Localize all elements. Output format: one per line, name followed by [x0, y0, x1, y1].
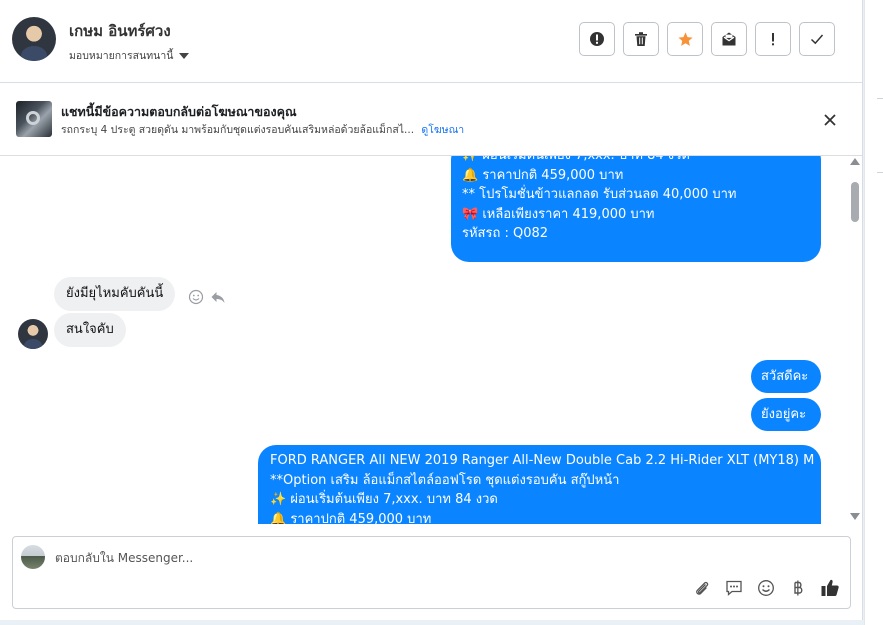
- alert-circle-icon: [590, 32, 604, 46]
- follow-up-button[interactable]: [755, 22, 791, 56]
- saved-reply-icon: [726, 580, 742, 596]
- ad-reply-banner: แชทนี้มีข้อความตอบกลับต่อโฆษณาของคุณ รถก…: [0, 83, 862, 156]
- attach-button[interactable]: [692, 578, 712, 598]
- message-actions: [188, 289, 226, 305]
- reply-icon[interactable]: [210, 289, 226, 305]
- reply-input[interactable]: [55, 548, 755, 568]
- incoming-message: สนใจคับ: [54, 313, 126, 347]
- scroll-up-arrow[interactable]: [850, 158, 860, 165]
- scrollbar-thumb[interactable]: [851, 182, 859, 222]
- assign-conversation-dropdown[interactable]: มอบหมายการสนทนานี้: [69, 47, 190, 64]
- message-line: 🎀 เหลือเพียงราคา 419,000 บาท: [462, 206, 655, 222]
- attachment-icon: [696, 581, 709, 595]
- mark-unread-button[interactable]: [711, 22, 747, 56]
- message-line: ✨ ผ่อนเริ่มต้นเพียง 7,xxx. บาท 84 งวด: [462, 156, 811, 166]
- message-line: FORD RANGER All NEW 2019 Ranger All-New …: [270, 453, 815, 468]
- ad-banner-description: รถกระบุ 4 ประตู สวยดุดัน มาพร้อมกับชุดแต…: [61, 121, 464, 138]
- scroll-down-arrow[interactable]: [850, 513, 860, 520]
- message-composer: [12, 536, 851, 609]
- view-ad-link[interactable]: ดูโฆษณา: [421, 124, 464, 136]
- react-emoji-icon[interactable]: [188, 289, 204, 305]
- composer-tools: [692, 578, 840, 598]
- done-button[interactable]: [799, 22, 835, 56]
- message-line: ** โปรโมชั่นข้าวแลกลด รับส่วนลด 40,000 บ…: [462, 187, 737, 202]
- incoming-message: ยังมียุไหมคับคันนี้: [54, 277, 176, 311]
- page-avatar: [21, 545, 45, 569]
- spam-button[interactable]: [579, 22, 615, 56]
- caret-down-icon: [179, 52, 190, 59]
- header-actions: [579, 22, 835, 56]
- star-icon: [677, 31, 693, 46]
- emoji-icon: [758, 580, 774, 596]
- close-icon: [824, 114, 836, 126]
- ad-banner-title: แชทนี้มีข้อความตอบกลับต่อโฆษณาของคุณ: [61, 104, 297, 119]
- conversation-header: เกษม อินทร์ศวง มอบหมายการสนทนานี้: [0, 0, 862, 83]
- message-line: 🔔 ราคาปกติ 459,000 บาท: [462, 167, 624, 183]
- trash-icon: [635, 32, 647, 46]
- like-button[interactable]: [820, 578, 840, 598]
- message-list[interactable]: ✨ ผ่อนเริ่มต้นเพียง 7,xxx. บาท 84 งวด 🔔 …: [0, 156, 848, 524]
- payment-button[interactable]: [788, 578, 808, 598]
- emoji-button[interactable]: [756, 578, 776, 598]
- conversation-panel: เกษม อินทร์ศวง มอบหมายการสนทนานี้ แชทนี้…: [0, 0, 863, 620]
- divider: [877, 172, 883, 173]
- right-panel-edge: [864, 0, 883, 625]
- ad-thumbnail: [16, 101, 52, 137]
- message-line: 🔔 ราคาปกติ 459,000 บาท: [270, 511, 432, 525]
- delete-button[interactable]: [623, 22, 659, 56]
- outgoing-message: ✨ ผ่อนเริ่มต้นเพียง 7,xxx. บาท 84 งวด 🔔 …: [451, 156, 821, 262]
- outgoing-message: ยังอยู่คะ: [751, 398, 821, 431]
- message-line: **Option เสริม ล้อแม็กสไตล์ออฟโรด ชุดแต่…: [270, 472, 620, 488]
- star-button[interactable]: [667, 22, 703, 56]
- envelope-icon: [722, 32, 736, 46]
- contact-name[interactable]: เกษม อินทร์ศวง: [69, 19, 171, 43]
- exclamation-icon: [772, 33, 774, 46]
- check-icon: [810, 34, 824, 45]
- thumbs-up-icon: [821, 579, 839, 596]
- contact-avatar[interactable]: [12, 17, 56, 61]
- message-line: ✨ ผ่อนเริ่มต้นเพียง 7,xxx. บาท 84 งวด: [270, 492, 498, 507]
- outgoing-message: FORD RANGER All NEW 2019 Ranger All-New …: [258, 445, 821, 524]
- sender-avatar: [18, 319, 48, 349]
- ad-description-text: รถกระบุ 4 ประตู สวยดุดัน มาพร้อมกับชุดแต…: [61, 124, 415, 136]
- assign-label: มอบหมายการสนทนานี้: [69, 50, 174, 62]
- saved-replies-button[interactable]: [724, 578, 744, 598]
- divider: [877, 98, 883, 99]
- close-banner-button[interactable]: [820, 110, 840, 130]
- baht-icon: [794, 580, 803, 596]
- message-line: รหัสรถ : Q082: [462, 226, 549, 241]
- outgoing-message: สวัสดีคะ: [751, 360, 821, 393]
